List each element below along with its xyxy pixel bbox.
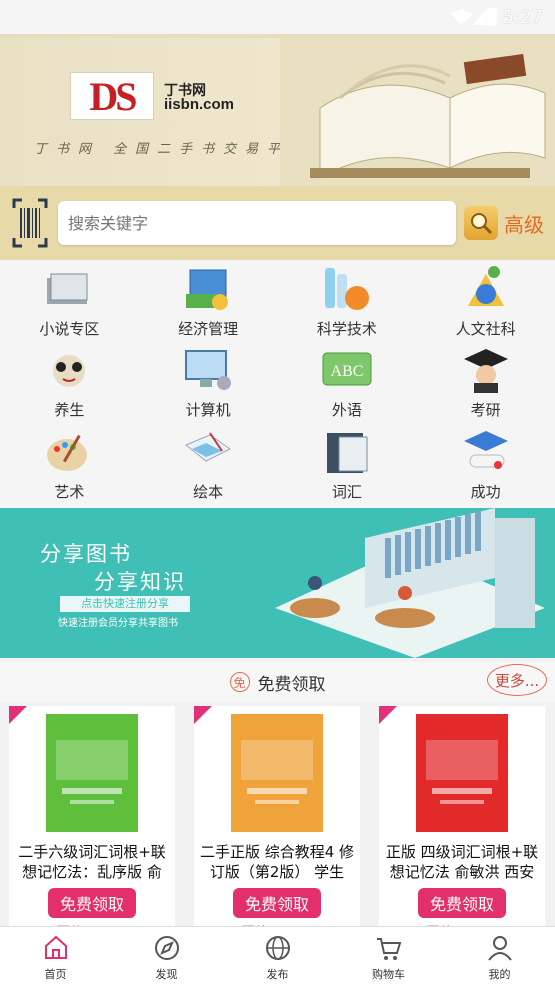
free-section-header: 免 免费领取 更多... <box>0 662 555 702</box>
category-label: 经济管理 <box>178 320 239 338</box>
economy-icon <box>186 269 229 310</box>
claim-free-button[interactable]: 免费领取 <box>232 888 321 918</box>
category-item[interactable]: 词汇 <box>278 427 417 507</box>
tab-label: 发布 <box>266 967 289 981</box>
category-label: 小说专区 <box>39 320 100 338</box>
new-corner-badge <box>9 706 27 724</box>
free-section-title: 免费领取 <box>257 674 326 695</box>
category-grid: 小说专区 经济管理 科学技术 人文社科 养生 计算机 ABC 外语 考研 艺术 绘… <box>0 260 555 508</box>
promo-line1: 分享图书 <box>40 542 132 566</box>
category-item[interactable]: 成功 <box>416 427 555 507</box>
category-item[interactable]: 科学技术 <box>278 264 417 344</box>
book-title: 二手六级词汇词根+联想记忆法：乱序版 俞 <box>18 843 166 881</box>
book-card[interactable]: 二手正版 综合教程4 修订版（第2版） 学生 免费领取 原价:41.00 <box>194 706 360 941</box>
category-label: 外语 <box>331 401 362 420</box>
tab-label: 首页 <box>44 967 67 981</box>
tab-user[interactable]: 我的 <box>444 927 555 988</box>
signal-icon <box>472 9 487 25</box>
category-item[interactable]: 绘本 <box>139 427 278 507</box>
more-button[interactable]: 更多... <box>487 664 547 696</box>
battery-icon <box>486 8 497 26</box>
search-input[interactable] <box>58 201 456 245</box>
abc-icon: ABC <box>322 352 372 386</box>
tab-label: 发现 <box>155 967 178 981</box>
search-bar: 高级 <box>0 186 555 260</box>
library-illustration <box>275 508 545 658</box>
header-banner: DS 丁书网 iisbn.com 丁书网 全国二手书交易平台 <box>0 34 555 186</box>
status-bar: 5:27 <box>0 0 555 34</box>
svg-text:ABC: ABC <box>330 363 363 380</box>
category-label: 考研 <box>470 401 501 420</box>
advanced-search-link[interactable]: 高级 <box>504 209 544 238</box>
tab-cart[interactable]: 购物车 <box>333 927 444 988</box>
book-card[interactable]: 二手六级词汇词根+联想记忆法：乱序版 俞 免费领取 原价:32.00 <box>9 706 175 941</box>
graduate-icon <box>463 349 508 394</box>
vocabulary-icon <box>326 432 368 473</box>
picture-book-icon <box>185 432 232 462</box>
book-cover-image <box>231 714 323 832</box>
user-icon <box>487 935 512 961</box>
category-item[interactable]: 艺术 <box>0 427 139 507</box>
diploma-icon <box>463 430 508 469</box>
tab-label: 购物车 <box>372 967 405 981</box>
category-item[interactable]: 小说专区 <box>0 264 139 344</box>
category-label: 成功 <box>470 482 501 501</box>
share-books-promo[interactable]: 分享图书 分享知识 点击快速注册分享 快速注册会员分享共享图书 <box>0 508 555 658</box>
open-book-illustration <box>280 38 555 186</box>
barcode-scan-icon[interactable] <box>12 198 48 248</box>
book-card[interactable]: 正版 四级词汇词根+联想记忆法 俞敏洪 西安 免费领取 原价:28.00 <box>379 706 545 941</box>
category-label: 人文社科 <box>455 320 516 338</box>
category-label: 科学技术 <box>316 320 377 338</box>
category-item[interactable]: 经济管理 <box>139 264 278 344</box>
category-label: 绘本 <box>193 482 224 501</box>
category-label: 计算机 <box>185 401 231 420</box>
health-icon <box>53 355 86 388</box>
site-url: iisbn.com <box>164 96 235 113</box>
claim-free-button[interactable]: 免费领取 <box>47 888 136 918</box>
tab-home[interactable]: 首页 <box>0 927 111 988</box>
science-icon <box>324 268 369 310</box>
search-button[interactable] <box>464 206 498 240</box>
category-item[interactable]: ABC 外语 <box>278 345 417 425</box>
novel-icon <box>47 273 88 304</box>
globe-icon <box>265 935 290 960</box>
book-title: 正版 四级词汇词根+联想记忆法 俞敏洪 西安 <box>385 843 539 881</box>
cart-icon <box>376 937 401 960</box>
category-label: 艺术 <box>54 482 85 501</box>
category-item[interactable]: 人文社科 <box>416 264 555 344</box>
new-corner-badge <box>379 706 397 724</box>
category-item[interactable]: 计算机 <box>139 345 278 425</box>
wifi-icon <box>450 9 473 25</box>
category-item[interactable]: 养生 <box>0 345 139 425</box>
free-badge-icon: 免 <box>229 672 250 692</box>
humanities-icon <box>467 266 504 306</box>
slogan: 丁书网 全国二手书交易平台 <box>34 142 312 157</box>
tab-globe[interactable]: 发布 <box>222 927 333 988</box>
bottom-tab-bar: 首页 发现 发布 购物车 我的 <box>0 926 555 988</box>
book-title: 二手正版 综合教程4 修订版（第2版） 学生 <box>199 843 355 881</box>
computer-icon <box>185 350 232 391</box>
compass-icon <box>154 935 179 960</box>
promo-line2: 分享知识 <box>94 570 186 594</box>
free-book-list: 二手六级词汇词根+联想记忆法：乱序版 俞 免费领取 原价:32.00 二手正版 … <box>0 702 555 941</box>
logo: DS <box>70 72 154 120</box>
claim-free-button[interactable]: 免费领取 <box>417 888 506 918</box>
home-icon <box>44 935 67 959</box>
new-corner-badge <box>194 706 212 724</box>
book-cover-image <box>46 714 138 832</box>
promo-subtext: 快速注册会员分享共享图书 <box>58 618 178 629</box>
status-time: 5:27 <box>502 6 543 28</box>
category-label: 养生 <box>54 401 85 420</box>
magnifier-icon <box>471 213 493 235</box>
logo-text: DS <box>89 73 137 119</box>
tab-label: 我的 <box>488 967 511 981</box>
category-item[interactable]: 考研 <box>416 345 555 425</box>
promo-register-button[interactable]: 点击快速注册分享 <box>60 596 190 612</box>
category-label: 词汇 <box>331 482 362 501</box>
tab-compass[interactable]: 发现 <box>111 927 222 988</box>
palette-icon <box>47 434 88 471</box>
book-cover-image <box>416 714 508 832</box>
